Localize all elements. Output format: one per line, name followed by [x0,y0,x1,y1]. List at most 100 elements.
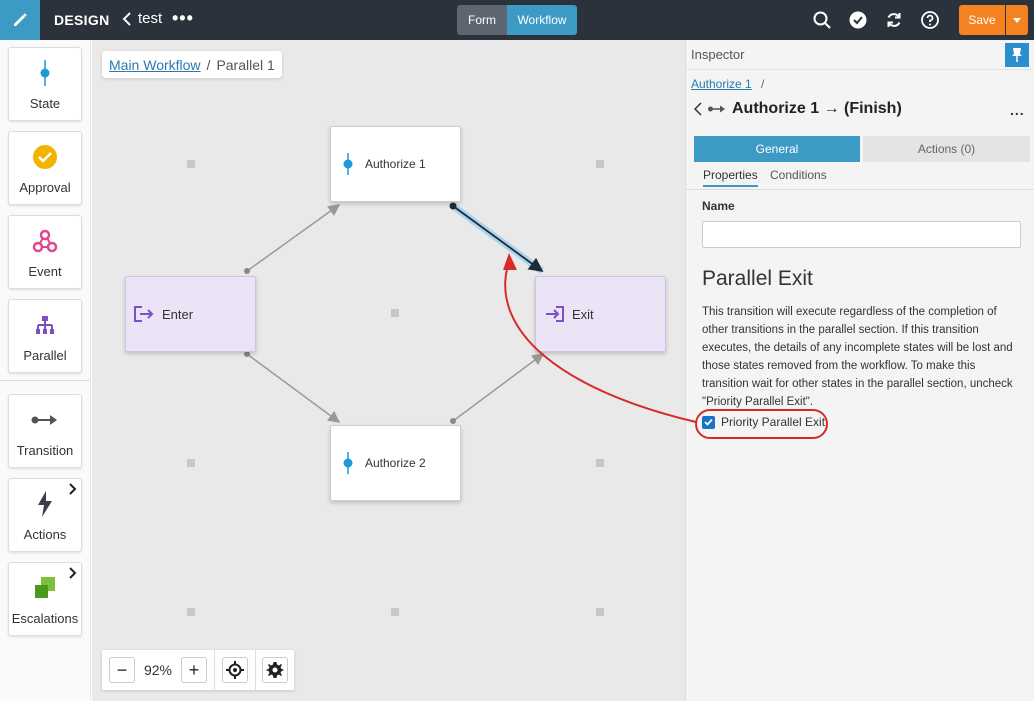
name-field[interactable] [702,221,1021,248]
search-icon [813,11,831,29]
state-node-authorize-1[interactable]: Authorize 1 [330,126,461,202]
caret-down-icon [1013,17,1021,23]
node-label: Exit [572,306,594,322]
palette-label: Parallel [23,348,67,363]
node-label: Enter [162,306,194,322]
validate-button[interactable] [848,10,868,30]
state-icon [40,60,50,86]
chevron-left-icon [122,11,131,26]
inspector-heading-text: Authorize 1 → (Finish) [732,100,902,117]
top-bar: DESIGN test ••• Form Workflow Save [0,0,1034,40]
exit-node[interactable]: Exit [535,276,666,352]
exit-icon [536,305,572,323]
palette-label: Event [28,264,62,279]
grid-dot [596,459,604,467]
palette-item-actions[interactable]: Actions [8,478,82,552]
inspector-panel: Inspector Authorize 1 / Authorize 1 → (F… [685,40,1034,701]
palette-label: Transition [16,443,74,458]
tab-general[interactable]: General [694,136,860,162]
node-label: Authorize 1 [365,157,426,171]
annotation-highlight [695,409,828,439]
subtab-properties[interactable]: Properties [703,168,758,187]
state-icon [331,153,365,175]
zoom-level: 92% [143,662,173,678]
palette-item-approval[interactable]: Approval [8,131,82,205]
enter-icon [126,305,162,323]
gear-icon [266,662,284,678]
zoom-out-button[interactable]: − [109,657,135,683]
app-title: DESIGN [54,12,110,28]
form-mode-button[interactable]: Form [457,5,507,35]
grid-dot [187,160,195,168]
parallel-exit-description: This transition will execute regardless … [702,306,1013,408]
back-link[interactable]: test [122,10,162,27]
search-button[interactable] [812,10,832,30]
workflow-canvas[interactable]: Main Workflow / Parallel 1 Authorize 1 A… [92,40,685,701]
transition-icon [31,415,57,425]
breadcrumb-separator: / [761,77,765,91]
pin-button[interactable] [1005,43,1029,67]
palette-label: Escalations [11,611,79,626]
transition-authorize2-exit[interactable] [450,353,545,424]
event-icon [32,229,58,253]
node-label: Authorize 2 [365,456,426,470]
state-icon [331,452,365,474]
back-label: test [138,10,163,27]
grid-dot [596,608,604,616]
palette-item-escalations[interactable]: Escalations [8,562,82,636]
palette-label: Approval [19,180,71,195]
center-view-button[interactable] [222,657,248,683]
grid-dot [187,459,195,467]
inspector-more-button[interactable]: ... [1010,102,1025,118]
palette-item-state[interactable]: State [8,47,82,121]
subtab-conditions[interactable]: Conditions [770,168,827,182]
palette-item-parallel[interactable]: Parallel [8,299,82,373]
zoom-toolbar: − 92% + [102,650,294,690]
inspector-header: Inspector [686,40,1034,70]
transition-authorize1-exit-selected[interactable] [449,202,545,274]
grid-dot [391,309,399,317]
lightning-icon [38,491,52,517]
transition-enter-authorize2[interactable] [244,351,341,423]
workflow-mode-button[interactable]: Workflow [507,5,577,35]
inspector-subtabs: Properties Conditions [686,164,1034,190]
inspector-breadcrumb-link[interactable]: Authorize 1 [691,77,752,91]
settings-button[interactable] [262,657,288,683]
help-icon [921,11,939,29]
pin-icon [1012,48,1022,62]
refresh-icon [887,13,901,27]
save-button[interactable]: Save [959,5,1005,35]
refresh-button[interactable] [884,10,904,30]
crosshair-icon [226,661,244,679]
zoom-in-button[interactable]: + [181,657,207,683]
inspector-breadcrumb: Authorize 1 / [691,77,764,91]
breadcrumb-main-workflow-link[interactable]: Main Workflow [109,57,201,73]
minus-icon: − [116,660,128,680]
palette-item-transition[interactable]: Transition [8,394,82,468]
escalations-icon [35,577,55,598]
more-menu-button[interactable]: ••• [172,8,194,29]
inspector-title: Inspector [691,47,745,62]
save-dropdown-button[interactable] [1006,5,1028,35]
edit-button[interactable] [0,0,40,40]
parallel-icon [36,316,54,334]
section-title: Parallel Exit [702,267,813,290]
breadcrumb-current: Parallel 1 [216,56,275,73]
toolbox-palette: State Approval Event Parallel Transition… [0,40,91,701]
help-button[interactable] [920,10,940,30]
state-node-authorize-2[interactable]: Authorize 2 [330,425,461,501]
inspector-tabs: General Actions (0) [694,136,1030,162]
grid-dot [391,608,399,616]
grid-dot [596,160,604,168]
palette-item-event[interactable]: Event [8,215,82,289]
transition-enter-authorize1[interactable] [244,204,341,274]
name-field-label: Name [702,199,735,213]
palette-divider [0,380,91,381]
plus-icon: + [188,660,200,680]
back-chevron-icon[interactable] [694,102,702,116]
validate-icon [849,11,867,29]
tab-actions[interactable]: Actions (0) [863,136,1030,162]
palette-label: State [29,96,61,111]
enter-node[interactable]: Enter [125,276,256,352]
edit-icon [14,13,27,26]
